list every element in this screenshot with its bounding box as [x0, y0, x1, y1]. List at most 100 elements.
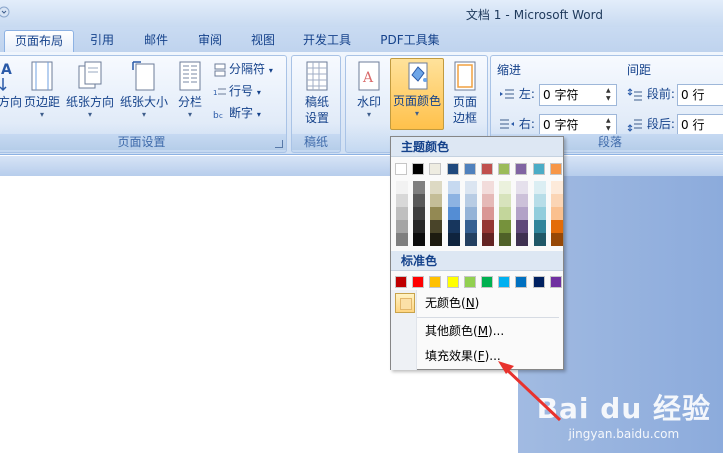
theme-color-swatch[interactable]: [395, 163, 407, 175]
tab-review[interactable]: 审阅: [190, 30, 230, 52]
breaks-button[interactable]: 分隔符 ▾: [213, 60, 273, 78]
theme-shade-swatch[interactable]: [396, 181, 408, 194]
theme-shade-swatch[interactable]: [413, 194, 426, 207]
theme-shade-swatch[interactable]: [482, 181, 494, 194]
theme-shade-swatch[interactable]: [482, 220, 494, 233]
theme-shade-swatch[interactable]: [516, 181, 529, 194]
theme-color-swatch[interactable]: [463, 163, 476, 175]
theme-shade-swatch[interactable]: [430, 220, 443, 233]
theme-color-swatch[interactable]: [446, 163, 459, 175]
page-color-button[interactable]: 页面颜色 ▾: [390, 58, 444, 130]
theme-shade-swatch[interactable]: [447, 194, 460, 207]
more-colors-item[interactable]: 其他颜色(M)...: [391, 319, 563, 343]
watermark-button[interactable]: A 水印 ▾: [352, 60, 386, 120]
tab-references[interactable]: 引用: [82, 30, 122, 52]
theme-shade-swatch[interactable]: [430, 233, 443, 246]
theme-shade-swatch[interactable]: [413, 181, 426, 194]
standard-color-swatch[interactable]: [463, 276, 476, 288]
theme-shade-swatch[interactable]: [516, 194, 529, 207]
theme-color-swatch[interactable]: [532, 163, 545, 175]
columns-icon: [179, 61, 201, 91]
theme-shade-swatch[interactable]: [533, 220, 546, 233]
theme-shade-swatch[interactable]: [533, 181, 546, 194]
theme-shade-swatch[interactable]: [430, 181, 443, 194]
page-setup-launcher-icon[interactable]: [275, 140, 283, 148]
theme-shade-swatch[interactable]: [550, 220, 563, 233]
theme-shade-swatch[interactable]: [550, 194, 563, 207]
theme-color-swatch[interactable]: [549, 163, 562, 175]
standard-color-swatch[interactable]: [481, 276, 493, 288]
theme-shade-swatch[interactable]: [533, 194, 546, 207]
indent-right-spinner-icon[interactable]: ▲ ▼: [606, 117, 614, 133]
fill-effects-item[interactable]: 填充效果(F)...: [391, 344, 563, 368]
theme-shade-swatch[interactable]: [464, 233, 477, 246]
tab-view[interactable]: 视图: [243, 30, 283, 52]
theme-shade-swatch[interactable]: [499, 207, 512, 220]
theme-shade-swatch[interactable]: [396, 233, 408, 246]
indent-left-spinner-icon[interactable]: ▲ ▼: [606, 87, 614, 103]
theme-shade-swatch[interactable]: [499, 194, 512, 207]
theme-shade-swatch[interactable]: [499, 220, 512, 233]
hyphenation-button[interactable]: b c 断字 ▾: [213, 104, 261, 122]
theme-shade-swatch[interactable]: [550, 233, 563, 246]
standard-color-swatch[interactable]: [532, 276, 545, 288]
tab-mailings[interactable]: 邮件: [136, 30, 176, 52]
theme-shade-swatch[interactable]: [396, 194, 408, 207]
standard-color-swatch[interactable]: [549, 276, 562, 288]
tab-page-layout[interactable]: 页面布局: [4, 30, 74, 52]
theme-color-swatch[interactable]: [498, 163, 511, 175]
draft-paper-settings-button[interactable]: 稿纸 设置: [298, 60, 336, 126]
theme-shade-swatch[interactable]: [550, 207, 563, 220]
theme-color-swatch[interactable]: [412, 163, 425, 175]
theme-shade-swatch[interactable]: [413, 207, 426, 220]
standard-color-swatch[interactable]: [515, 276, 528, 288]
theme-shade-swatch[interactable]: [430, 194, 443, 207]
theme-shade-swatch[interactable]: [464, 194, 477, 207]
theme-shade-swatch[interactable]: [464, 220, 477, 233]
theme-shade-swatch[interactable]: [447, 233, 460, 246]
theme-shade-swatch[interactable]: [464, 181, 477, 194]
standard-color-swatch[interactable]: [412, 276, 425, 288]
page-borders-button[interactable]: 页面 边框: [448, 60, 482, 126]
columns-button[interactable]: 分栏 ▾: [175, 60, 205, 120]
theme-shade-swatch[interactable]: [550, 181, 563, 194]
tab-developer[interactable]: 开发工具: [297, 30, 357, 52]
theme-shade-swatch[interactable]: [413, 220, 426, 233]
theme-shade-swatch[interactable]: [464, 207, 477, 220]
spacing-after-input[interactable]: 0 行: [677, 114, 723, 136]
theme-shade-swatch[interactable]: [447, 181, 460, 194]
theme-shade-swatch[interactable]: [499, 181, 512, 194]
theme-shade-swatch[interactable]: [482, 194, 494, 207]
theme-shade-swatch[interactable]: [396, 207, 408, 220]
theme-color-swatch[interactable]: [429, 163, 442, 175]
margins-button[interactable]: 页边距 ▾: [23, 60, 61, 120]
theme-shade-swatch[interactable]: [499, 233, 512, 246]
theme-shade-swatch[interactable]: [396, 220, 408, 233]
tab-pdf-tools[interactable]: PDF工具集: [372, 30, 448, 52]
standard-color-swatch[interactable]: [498, 276, 511, 288]
theme-shade-swatch[interactable]: [516, 207, 529, 220]
standard-color-swatch[interactable]: [446, 276, 459, 288]
standard-color-swatch[interactable]: [429, 276, 442, 288]
theme-color-swatch[interactable]: [515, 163, 528, 175]
theme-shade-swatch[interactable]: [516, 220, 529, 233]
standard-color-swatch[interactable]: [395, 276, 407, 288]
paper-orientation-button[interactable]: 纸张方向 ▾: [65, 60, 115, 120]
spacing-before-input[interactable]: 0 行: [677, 84, 723, 106]
theme-shade-swatch[interactable]: [447, 207, 460, 220]
no-color-item[interactable]: 无颜色(N): [391, 291, 563, 315]
indent-right-input[interactable]: 0 字符 ▲ ▼: [539, 114, 617, 136]
theme-shade-swatch[interactable]: [447, 220, 460, 233]
theme-shade-swatch[interactable]: [482, 207, 494, 220]
theme-shade-swatch[interactable]: [413, 233, 426, 246]
theme-shade-swatch[interactable]: [430, 207, 443, 220]
theme-shade-swatch[interactable]: [533, 233, 546, 246]
indent-left-input[interactable]: 0 字符 ▲ ▼: [539, 84, 617, 106]
theme-shade-swatch[interactable]: [516, 233, 529, 246]
theme-shade-swatch[interactable]: [482, 233, 494, 246]
line-numbers-button[interactable]: 1 行号 ▾: [213, 82, 261, 100]
theme-color-swatch[interactable]: [481, 163, 493, 175]
paper-size-button[interactable]: 纸张大小 ▾: [119, 60, 169, 120]
theme-shade-swatch[interactable]: [533, 207, 546, 220]
orientation-button[interactable]: A 方向: [0, 60, 23, 110]
